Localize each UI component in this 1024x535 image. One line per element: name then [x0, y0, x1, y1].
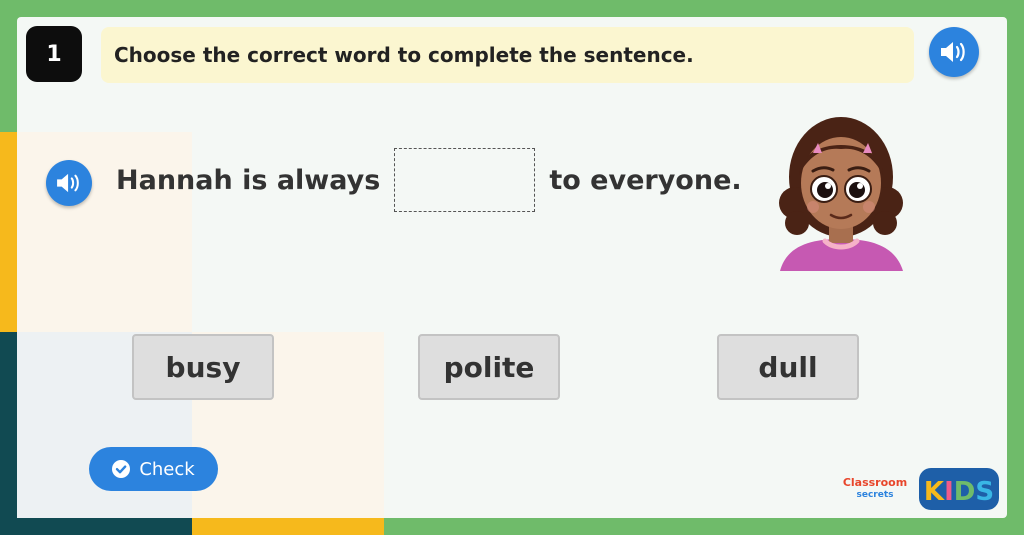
- check-circle-icon: [112, 460, 131, 478]
- answer-drop-zone[interactable]: [394, 148, 536, 212]
- sentence-audio-button[interactable]: [46, 160, 92, 206]
- instruction-audio-button[interactable]: [929, 27, 979, 77]
- speaker-icon: [941, 42, 965, 62]
- speaker-icon: [57, 173, 79, 193]
- sentence-before: Hannah is always: [116, 164, 381, 196]
- option-label: polite: [443, 350, 535, 384]
- check-button[interactable]: Check: [89, 447, 218, 491]
- question-card: 1 Choose the correct word to complete th…: [17, 17, 1007, 518]
- instruction-banner: Choose the correct word to complete the …: [101, 27, 914, 83]
- option-polite[interactable]: polite: [418, 334, 560, 400]
- svg-text:Classroom: Classroom: [843, 476, 907, 489]
- classroom-secrets-kids-logo: Classroom secrets KIDS: [843, 468, 999, 510]
- option-dull[interactable]: dull: [717, 334, 859, 400]
- sentence-after: to everyone.: [549, 164, 742, 196]
- check-label: Check: [139, 458, 195, 480]
- sentence: Hannah is always to everyone.: [116, 147, 742, 213]
- girl-avatar: [779, 117, 903, 271]
- svg-text:secrets: secrets: [857, 490, 894, 500]
- option-label: busy: [165, 350, 241, 384]
- option-label: dull: [758, 350, 818, 384]
- question-number: 1: [26, 26, 82, 82]
- instruction-text: Choose the correct word to complete the …: [114, 43, 694, 67]
- option-busy[interactable]: busy: [132, 334, 274, 400]
- svg-text:KIDS: KIDS: [924, 477, 994, 507]
